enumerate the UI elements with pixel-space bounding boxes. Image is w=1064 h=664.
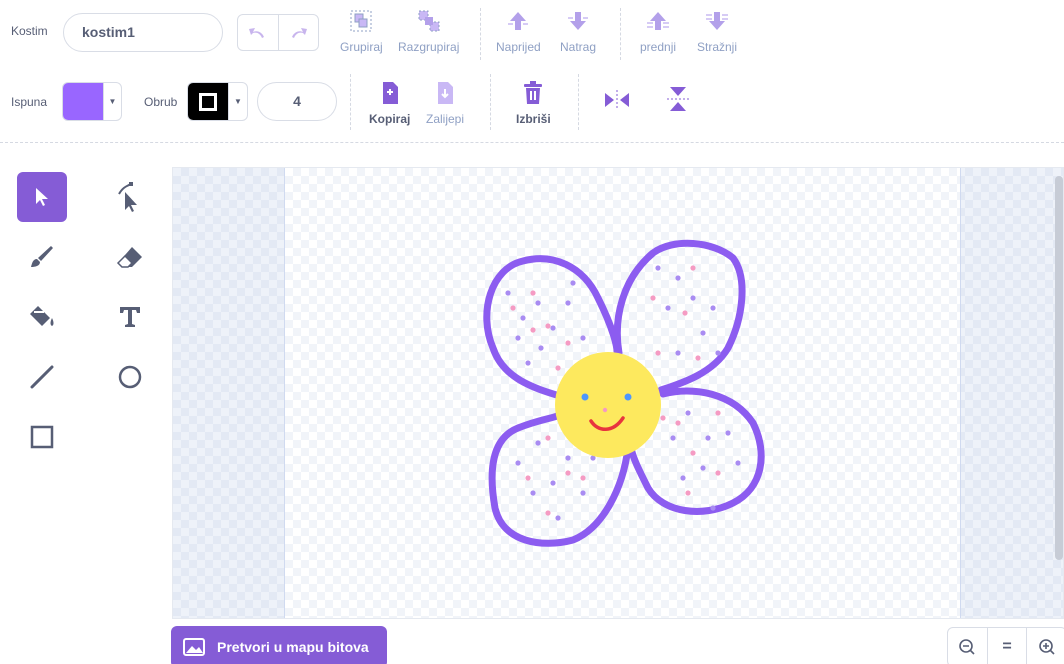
zoom-out-icon [959,639,975,655]
image-icon [183,638,205,656]
separator [620,8,621,60]
flip-vertical-icon [667,87,689,111]
select-tool[interactable] [17,172,67,222]
backward-button[interactable]: Natrag [560,8,596,54]
arrow-up-icon [508,12,529,30]
line-icon [30,365,54,389]
separator [480,8,481,60]
paste-button[interactable]: Zalijepi [426,80,464,126]
back-label: Stražnji [697,40,738,54]
circle-tool[interactable] [105,352,155,402]
undo-icon [248,27,264,38]
group-label: Grupiraj [340,40,383,54]
outline-width-input[interactable]: 4 [257,82,337,121]
brush-icon [31,246,53,267]
flip-vertical-button[interactable] [667,86,689,112]
group-button[interactable]: Grupiraj [340,8,383,54]
eraser-icon [116,247,142,268]
toolbar-divider [0,142,1064,143]
ungroup-icon [418,10,440,32]
delete-label: Izbriši [516,112,551,126]
caret-down-icon: ▼ [228,83,247,120]
reshape-icon [118,182,137,212]
redo-button[interactable] [277,15,319,50]
arrow-down-icon [568,12,589,30]
zoom-reset-button[interactable]: = [986,628,1027,664]
zoom-out-button[interactable] [948,628,987,664]
back-button[interactable]: Stražnji [697,8,737,54]
arrow-pointer-icon [36,188,48,206]
costume-name-input[interactable]: kostim1 [63,13,223,52]
separator [350,74,351,130]
backward-label: Natrag [560,40,597,54]
costume-label: Kostim [11,24,48,38]
vertical-scrollbar[interactable] [1055,176,1063,560]
fill-color-picker[interactable]: ▼ [62,82,122,121]
outline-color-picker[interactable]: ▼ [187,82,248,121]
fill-label: Ispuna [11,95,48,109]
front-button[interactable]: prednji [640,8,676,54]
paste-icon [438,82,453,104]
rectangle-icon [30,425,54,449]
text-icon [120,307,140,327]
paint-canvas-area[interactable] [172,167,1064,619]
zoom-controls: = [947,627,1064,664]
caret-down-icon: ▼ [103,83,121,120]
fill-color-swatch [63,83,103,120]
flip-horizontal-button[interactable] [604,90,630,110]
copy-icon [382,82,398,104]
undo-button[interactable] [238,15,278,50]
separator [490,74,491,130]
separator [578,74,579,130]
bring-to-front-icon [647,12,670,30]
eraser-tool[interactable] [105,232,155,282]
zoom-in-icon [1038,639,1055,655]
toolbar-row-1: Kostim kostim1 Grupiraj Razgrupiraj Napr… [0,0,1064,68]
convert-to-bitmap-label: Pretvori u mapu bitova [217,639,369,655]
line-tool[interactable] [17,352,67,402]
forward-label: Naprijed [496,40,541,54]
forward-button[interactable]: Naprijed [496,8,541,54]
reshape-tool[interactable] [105,172,155,222]
undo-redo-group [237,14,319,51]
copy-label: Kopiraj [369,112,411,126]
group-icon [350,10,372,32]
redo-icon [292,27,308,38]
brush-tool[interactable] [17,232,67,282]
delete-button[interactable]: Izbriši [516,80,551,126]
zoom-in-button[interactable] [1026,628,1064,664]
outline-label: Obrub [144,95,178,109]
circle-icon [118,365,142,389]
paint-bucket-icon [30,306,54,326]
send-to-back-icon [706,12,728,30]
flower-drawing [483,239,765,547]
toolbar-row-2: Ispuna ▼ Obrub ▼ 4 Kopiraj Zalijepi Izbr… [0,68,1064,140]
fill-tool[interactable] [17,292,67,342]
flip-horizontal-icon [605,90,629,110]
rectangle-tool[interactable] [17,412,67,462]
trash-icon [524,81,543,104]
front-label: prednji [640,40,677,54]
ungroup-button[interactable]: Razgrupiraj [398,8,459,54]
copy-button[interactable]: Kopiraj [369,80,410,126]
text-tool[interactable] [105,292,155,342]
ungroup-label: Razgrupiraj [398,40,460,54]
convert-to-bitmap-button[interactable]: Pretvori u mapu bitova [171,626,387,664]
paste-label: Zalijepi [426,112,465,126]
outline-color-swatch [188,83,228,120]
